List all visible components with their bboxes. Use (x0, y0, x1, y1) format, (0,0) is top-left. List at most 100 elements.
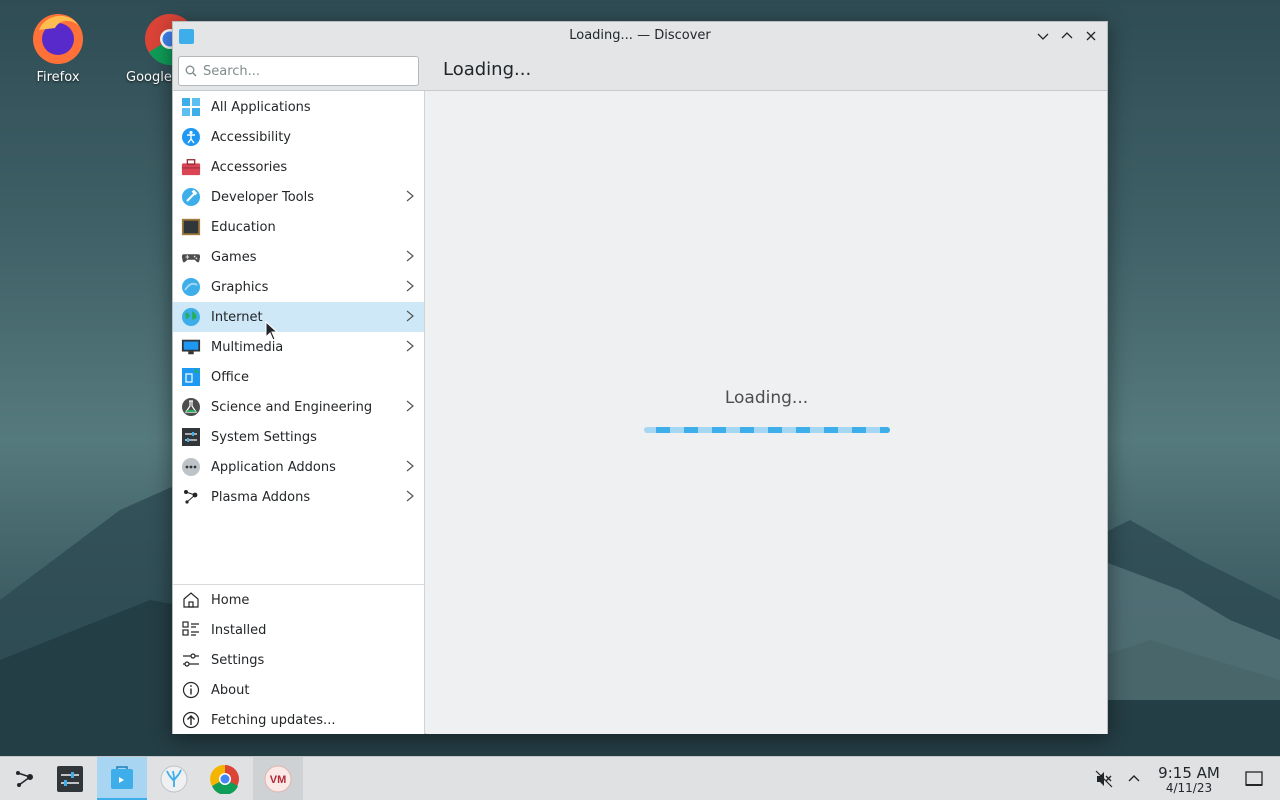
sidebar-item-label: Multimedia (211, 339, 284, 355)
progress-segment (852, 427, 866, 433)
discover-window: Loading... — Discover Loading... All App… (172, 21, 1108, 734)
nav-label: About (211, 682, 250, 698)
taskbar-system-settings[interactable] (45, 757, 95, 800)
nav-installed[interactable]: Installed (173, 615, 425, 645)
grid-icon (181, 97, 201, 117)
sidebar-item-application-addons[interactable]: Application Addons (173, 452, 424, 482)
sidebar-item-graphics[interactable]: Graphics (173, 272, 424, 302)
bottom-nav: Home Installed Settings About Fetching u… (173, 585, 425, 735)
sidebar-item-label: Accessibility (211, 129, 291, 145)
close-icon (1086, 31, 1096, 41)
chevron-right-icon (406, 280, 414, 292)
discover-icon (111, 765, 133, 789)
sidebar-item-multimedia[interactable]: Multimedia (173, 332, 424, 362)
sidebar-item-internet[interactable]: Internet (173, 302, 424, 332)
nav-updates[interactable]: Fetching updates... (173, 705, 425, 735)
sidebar-item-developer-tools[interactable]: Developer Tools (173, 182, 424, 212)
clock-date: 4/11/23 (1165, 781, 1213, 795)
volume-muted-icon (1095, 770, 1113, 788)
settings-panel-icon (181, 427, 201, 447)
taskbar: VM 9:15 AM 4/11/23 (0, 756, 1280, 800)
sidebar-item-system-settings[interactable]: System Settings (173, 422, 424, 452)
desktop-icon-firefox[interactable]: Firefox (13, 8, 103, 85)
progress-segment (740, 427, 754, 433)
sidebar-item-label: Graphics (211, 279, 269, 295)
nav-label: Installed (211, 622, 267, 638)
chevron-right-icon (406, 310, 414, 322)
application-launcher-button[interactable] (0, 757, 50, 800)
chevron-right-icon (406, 400, 414, 412)
sidebar-item-label: Games (211, 249, 257, 265)
sidebar-item-plasma-addons[interactable]: Plasma Addons (173, 482, 424, 512)
sidebar-item-label: All Applications (211, 99, 311, 115)
chevron-right-icon (406, 460, 414, 472)
sidebar-item-education[interactable]: Education (173, 212, 424, 242)
accessibility-icon (181, 127, 201, 147)
search-icon (185, 65, 197, 77)
clock-time: 9:15 AM (1158, 764, 1220, 782)
info-icon (181, 680, 201, 700)
minimize-button[interactable] (1033, 26, 1053, 46)
titlebar[interactable]: Loading... — Discover (173, 22, 1107, 50)
sidebar-item-accessibility[interactable]: Accessibility (173, 122, 424, 152)
sidebar-item-office[interactable]: Office (173, 362, 424, 392)
nav-settings[interactable]: Settings (173, 645, 425, 675)
show-desktop-button[interactable] (1232, 757, 1276, 800)
progress-segment (684, 427, 698, 433)
settings-panel-icon (57, 766, 83, 792)
monitor-icon (181, 337, 201, 357)
chrome-icon (210, 764, 239, 794)
sidebar-item-label: Science and Engineering (211, 399, 373, 415)
sidebar-item-label: Accessories (211, 159, 288, 175)
maximize-button[interactable] (1057, 26, 1077, 46)
chevron-right-icon (406, 490, 414, 502)
progress-segment (656, 427, 670, 433)
document-icon (181, 367, 201, 387)
chevron-right-icon (406, 190, 414, 202)
gamepad-icon (181, 247, 201, 267)
nav-about[interactable]: About (173, 675, 425, 705)
page-title: Loading... (443, 59, 532, 80)
sidebar-item-label: Education (211, 219, 276, 235)
desktop-icon-label: Firefox (36, 70, 80, 85)
category-list: All Applications Accessibility Accessori… (173, 91, 424, 512)
sidebar-item-games[interactable]: Games (173, 242, 424, 272)
loading-label: Loading... (724, 388, 809, 408)
taskbar-steam-deck[interactable] (149, 757, 199, 800)
sidebar-item-science-and-engineering[interactable]: Science and Engineering (173, 392, 424, 422)
plasma-icon (181, 487, 201, 507)
dots-icon (181, 457, 201, 477)
search-field[interactable] (178, 56, 419, 86)
progress-segment (796, 427, 810, 433)
progress-segment (880, 427, 890, 433)
sidebar-item-label: Application Addons (211, 459, 336, 475)
chevron-up-icon (1128, 775, 1140, 782)
digital-clock[interactable]: 9:15 AM 4/11/23 (1152, 765, 1226, 795)
hammer-icon (181, 187, 201, 207)
progress-segment (712, 427, 726, 433)
window-title: Loading... — Discover (569, 28, 711, 43)
taskbar-vmware[interactable]: VM (253, 757, 303, 800)
taskbar-discover[interactable] (97, 757, 147, 800)
system-tray-expand-button[interactable] (1112, 757, 1156, 800)
chevron-down-icon (1037, 33, 1049, 40)
nav-label: Fetching updates... (211, 712, 336, 728)
nav-label: Settings (211, 652, 265, 668)
installed-icon (181, 620, 201, 640)
globe-icon (181, 307, 201, 327)
sidebar-item-label: Developer Tools (211, 189, 315, 205)
sidebar-item-label: Office (211, 369, 249, 385)
sidebar-item-label: Internet (211, 309, 263, 325)
coral-app-icon (160, 765, 188, 793)
sidebar-item-all-applications[interactable]: All Applications (173, 92, 424, 122)
taskbar-google-chrome[interactable] (200, 757, 250, 800)
update-arrow-icon (181, 710, 201, 730)
search-input[interactable] (203, 63, 403, 79)
home-icon (181, 590, 201, 610)
chalkboard-icon (181, 217, 201, 237)
mouse-cursor-icon (265, 321, 279, 341)
close-button[interactable] (1081, 26, 1101, 46)
nav-home[interactable]: Home (173, 585, 425, 615)
sidebar-item-accessories[interactable]: Accessories (173, 152, 424, 182)
toolbar-header: Loading... (173, 50, 1107, 91)
